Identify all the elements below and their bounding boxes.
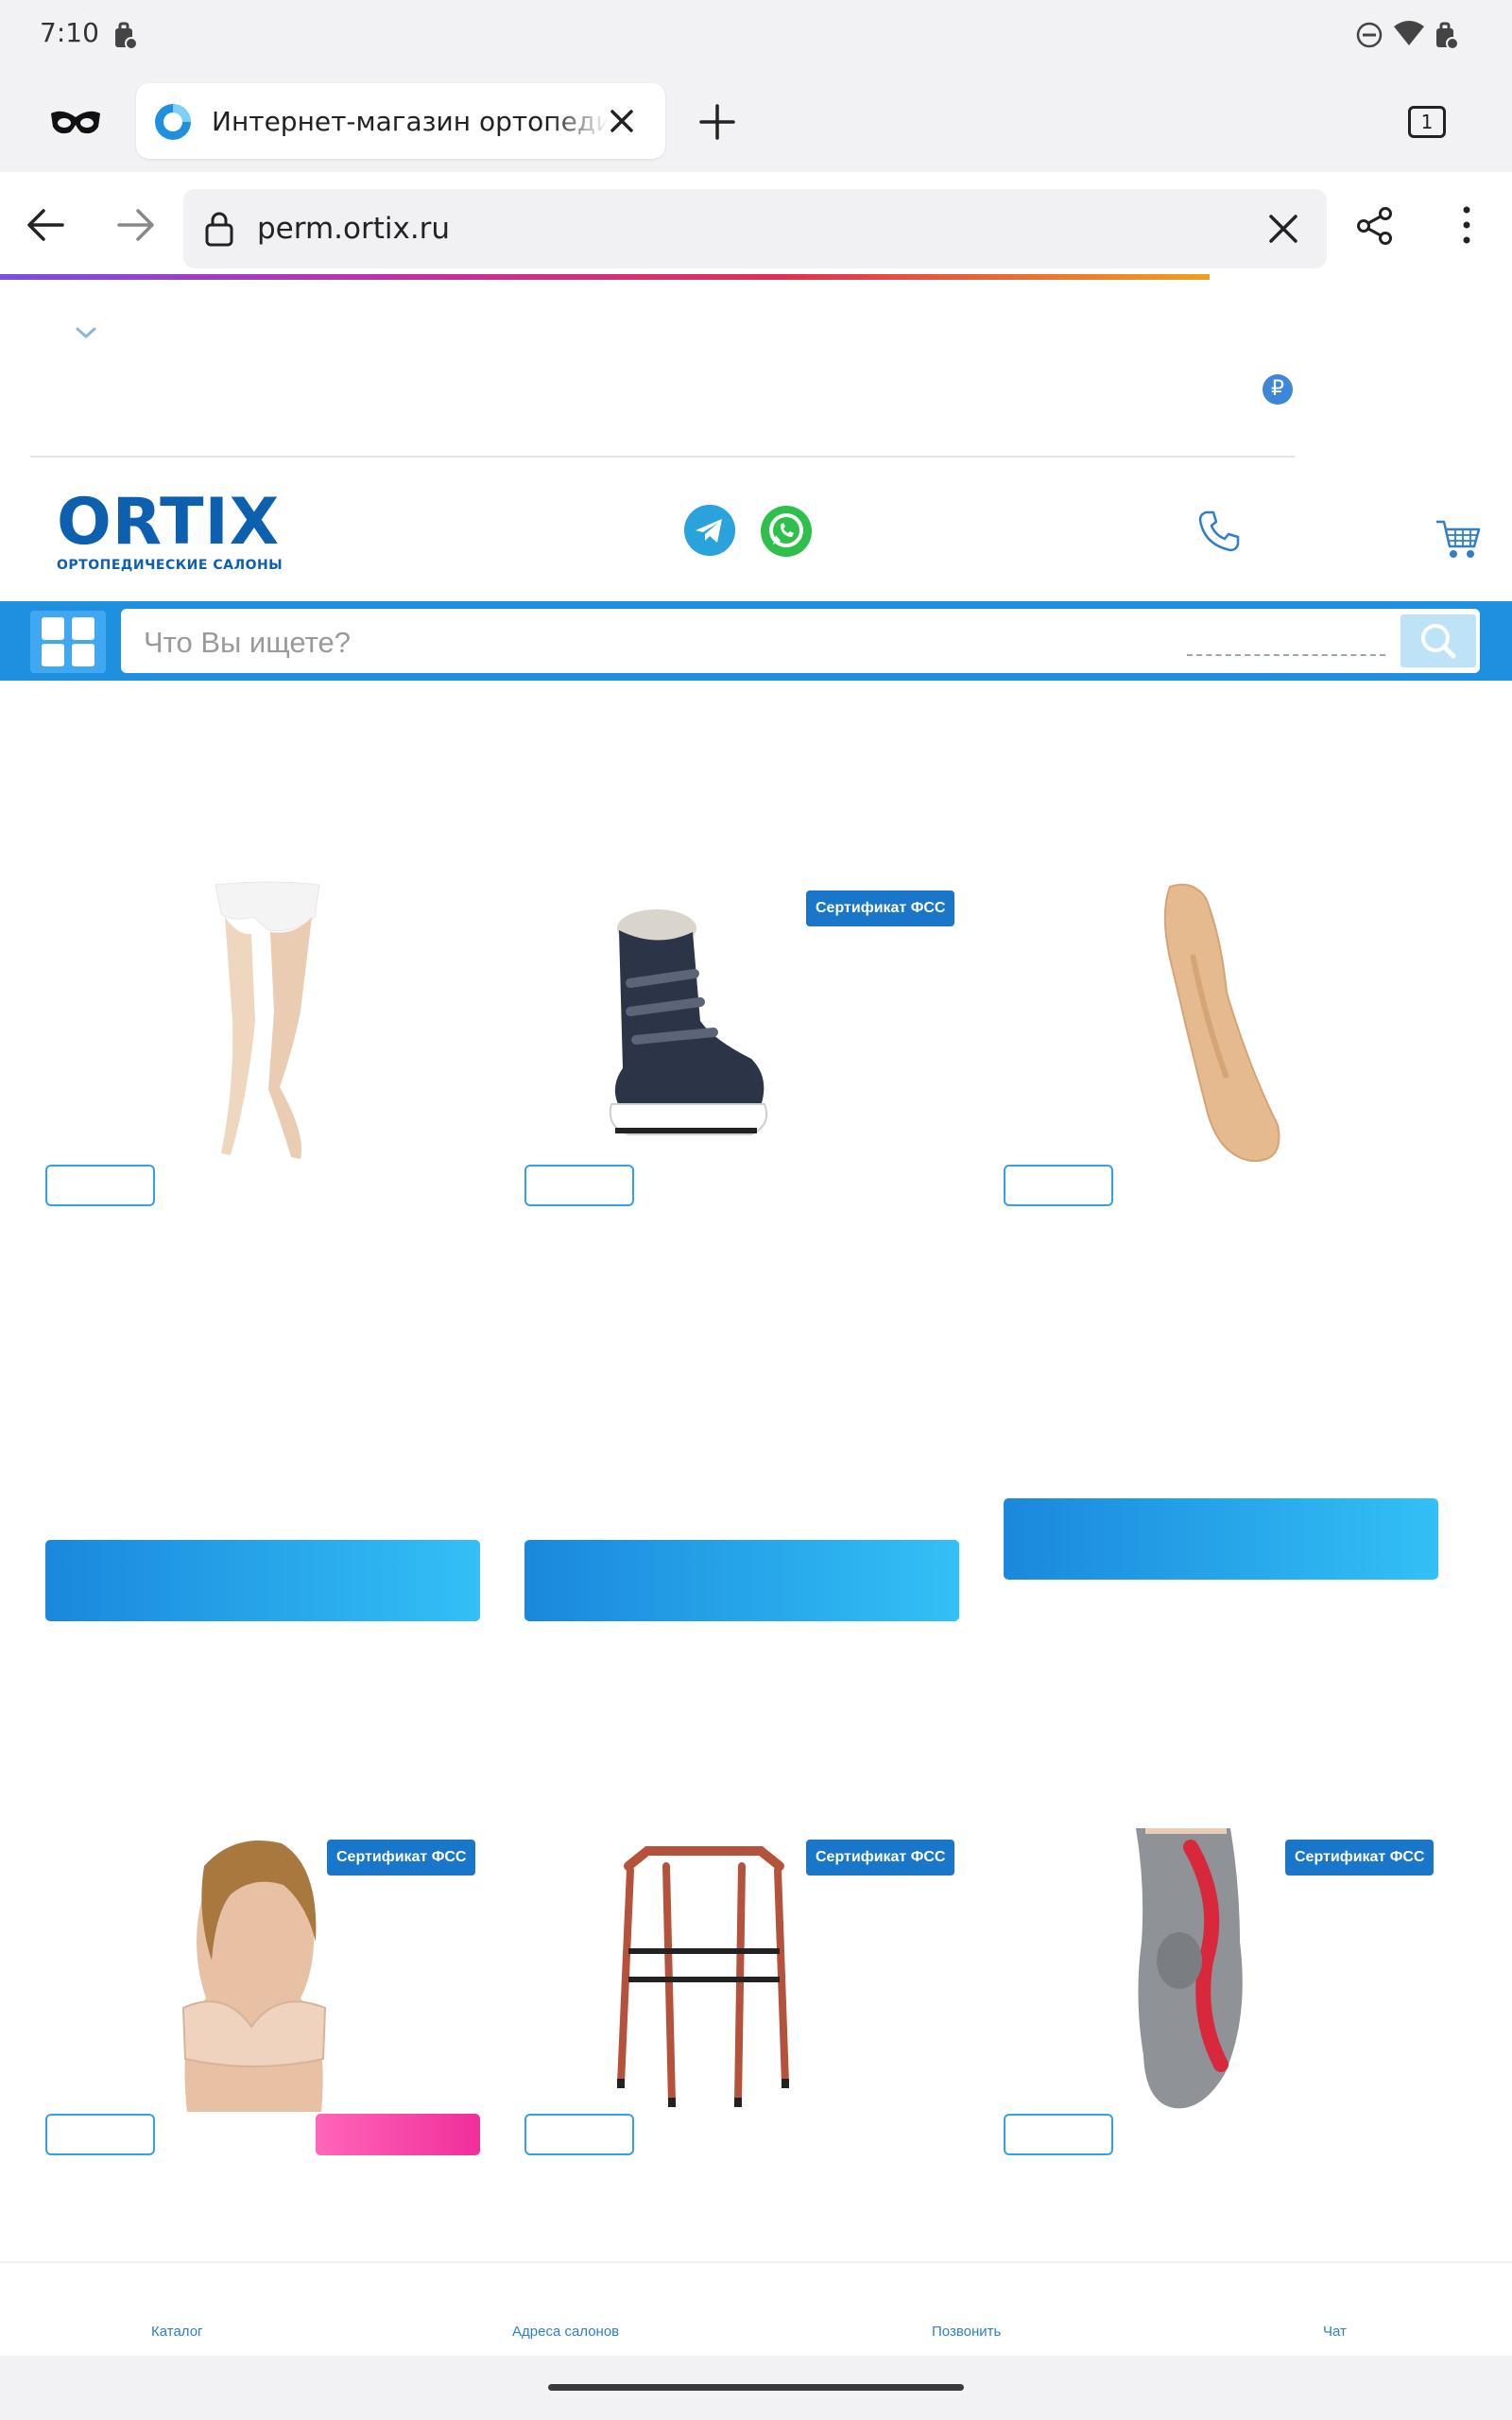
header-divider xyxy=(30,456,1295,458)
system-gesture-area xyxy=(0,2356,1512,2420)
status-bar: 7:10 xyxy=(0,0,1512,72)
fss-certificate-badge: Сертификат ФСС xyxy=(327,1840,476,1876)
logo-subtitle: ОРТОПЕДИЧЕСКИЕ САЛОНЫ xyxy=(57,558,284,573)
search-input[interactable]: Что Вы ищете? xyxy=(121,609,1480,673)
gesture-handle[interactable] xyxy=(548,2384,964,2391)
share-icon[interactable] xyxy=(1355,206,1395,246)
product-label-chip[interactable] xyxy=(45,1165,155,1206)
wifi-icon xyxy=(1394,21,1424,45)
nav-item-chat[interactable]: Чат xyxy=(1323,2324,1347,2340)
url-text: perm.ortix.ru xyxy=(257,212,451,246)
sale-button[interactable] xyxy=(316,2114,480,2155)
status-time: 7:10 xyxy=(40,17,99,48)
grid-icon xyxy=(42,617,64,640)
active-tab[interactable]: Интернет-магазин ортопедии xyxy=(136,83,665,159)
work-profile-icon xyxy=(115,22,138,50)
buy-button[interactable] xyxy=(1004,1498,1438,1580)
nav-item-salon-addresses[interactable]: Адреса салонов xyxy=(512,2324,619,2340)
search-placeholder: Что Вы ищете? xyxy=(144,626,351,659)
product-label-chip[interactable] xyxy=(1004,2114,1113,2155)
tab-strip: Интернет-магазин ортопедии 1 xyxy=(0,72,1512,172)
close-tab-icon[interactable] xyxy=(605,104,639,138)
battery-work-icon xyxy=(1436,22,1459,50)
new-tab-icon[interactable] xyxy=(697,102,737,142)
telegram-icon[interactable] xyxy=(684,505,735,556)
product-label-chip[interactable] xyxy=(524,1165,634,1206)
logo-text: ORTIX xyxy=(57,485,281,560)
product-label-chip[interactable] xyxy=(1004,1165,1113,1206)
site-logo[interactable]: ORTIX ОРТОПЕДИЧЕСКИЕ САЛОНЫ xyxy=(57,485,293,577)
fss-certificate-badge: Сертификат ФСС xyxy=(806,890,955,926)
whatsapp-icon[interactable] xyxy=(760,505,813,558)
address-bar: perm.ortix.ru xyxy=(0,172,1512,276)
product-label-chip[interactable] xyxy=(524,2114,634,2155)
search-underline xyxy=(1187,654,1385,656)
nav-item-call[interactable]: Позвонить xyxy=(932,2324,1001,2340)
cart-icon[interactable] xyxy=(1435,518,1482,562)
product-image[interactable] xyxy=(45,879,480,1163)
back-arrow-icon[interactable] xyxy=(25,206,66,244)
tab-title: Интернет-магазин ортопедии xyxy=(212,106,609,137)
search-button[interactable] xyxy=(1400,614,1476,667)
forward-arrow-icon[interactable] xyxy=(115,206,157,244)
buy-button[interactable] xyxy=(524,1540,959,1621)
more-menu-icon[interactable] xyxy=(1455,204,1478,246)
site-favicon-icon xyxy=(155,104,191,140)
bottom-navigation: Каталог Адреса салонов Позвонить Чат xyxy=(0,2261,1512,2356)
incognito-icon[interactable] xyxy=(49,106,102,138)
url-field[interactable]: perm.ortix.ru xyxy=(183,189,1327,268)
phone-icon[interactable] xyxy=(1196,509,1242,554)
chevron-down-icon[interactable] xyxy=(74,323,98,342)
search-icon xyxy=(1421,624,1456,659)
product-image[interactable] xyxy=(1004,879,1438,1163)
fss-certificate-badge: Сертификат ФСС xyxy=(806,1840,955,1876)
fss-certificate-badge: Сертификат ФСС xyxy=(1285,1840,1435,1876)
buy-button[interactable] xyxy=(45,1540,480,1621)
clear-url-icon[interactable] xyxy=(1266,212,1300,246)
catalog-grid-button[interactable] xyxy=(30,611,106,673)
dnd-icon xyxy=(1356,22,1383,48)
lock-icon[interactable] xyxy=(204,210,234,248)
search-bar: Что Вы ищете? xyxy=(0,601,1512,681)
product-label-chip[interactable] xyxy=(45,2114,155,2155)
nav-item-catalog[interactable]: Каталог xyxy=(151,2324,203,2340)
currency-icon[interactable]: ₽ xyxy=(1263,374,1293,405)
tab-switcher-button[interactable]: 1 xyxy=(1408,106,1446,138)
page-load-progress xyxy=(0,274,1210,280)
